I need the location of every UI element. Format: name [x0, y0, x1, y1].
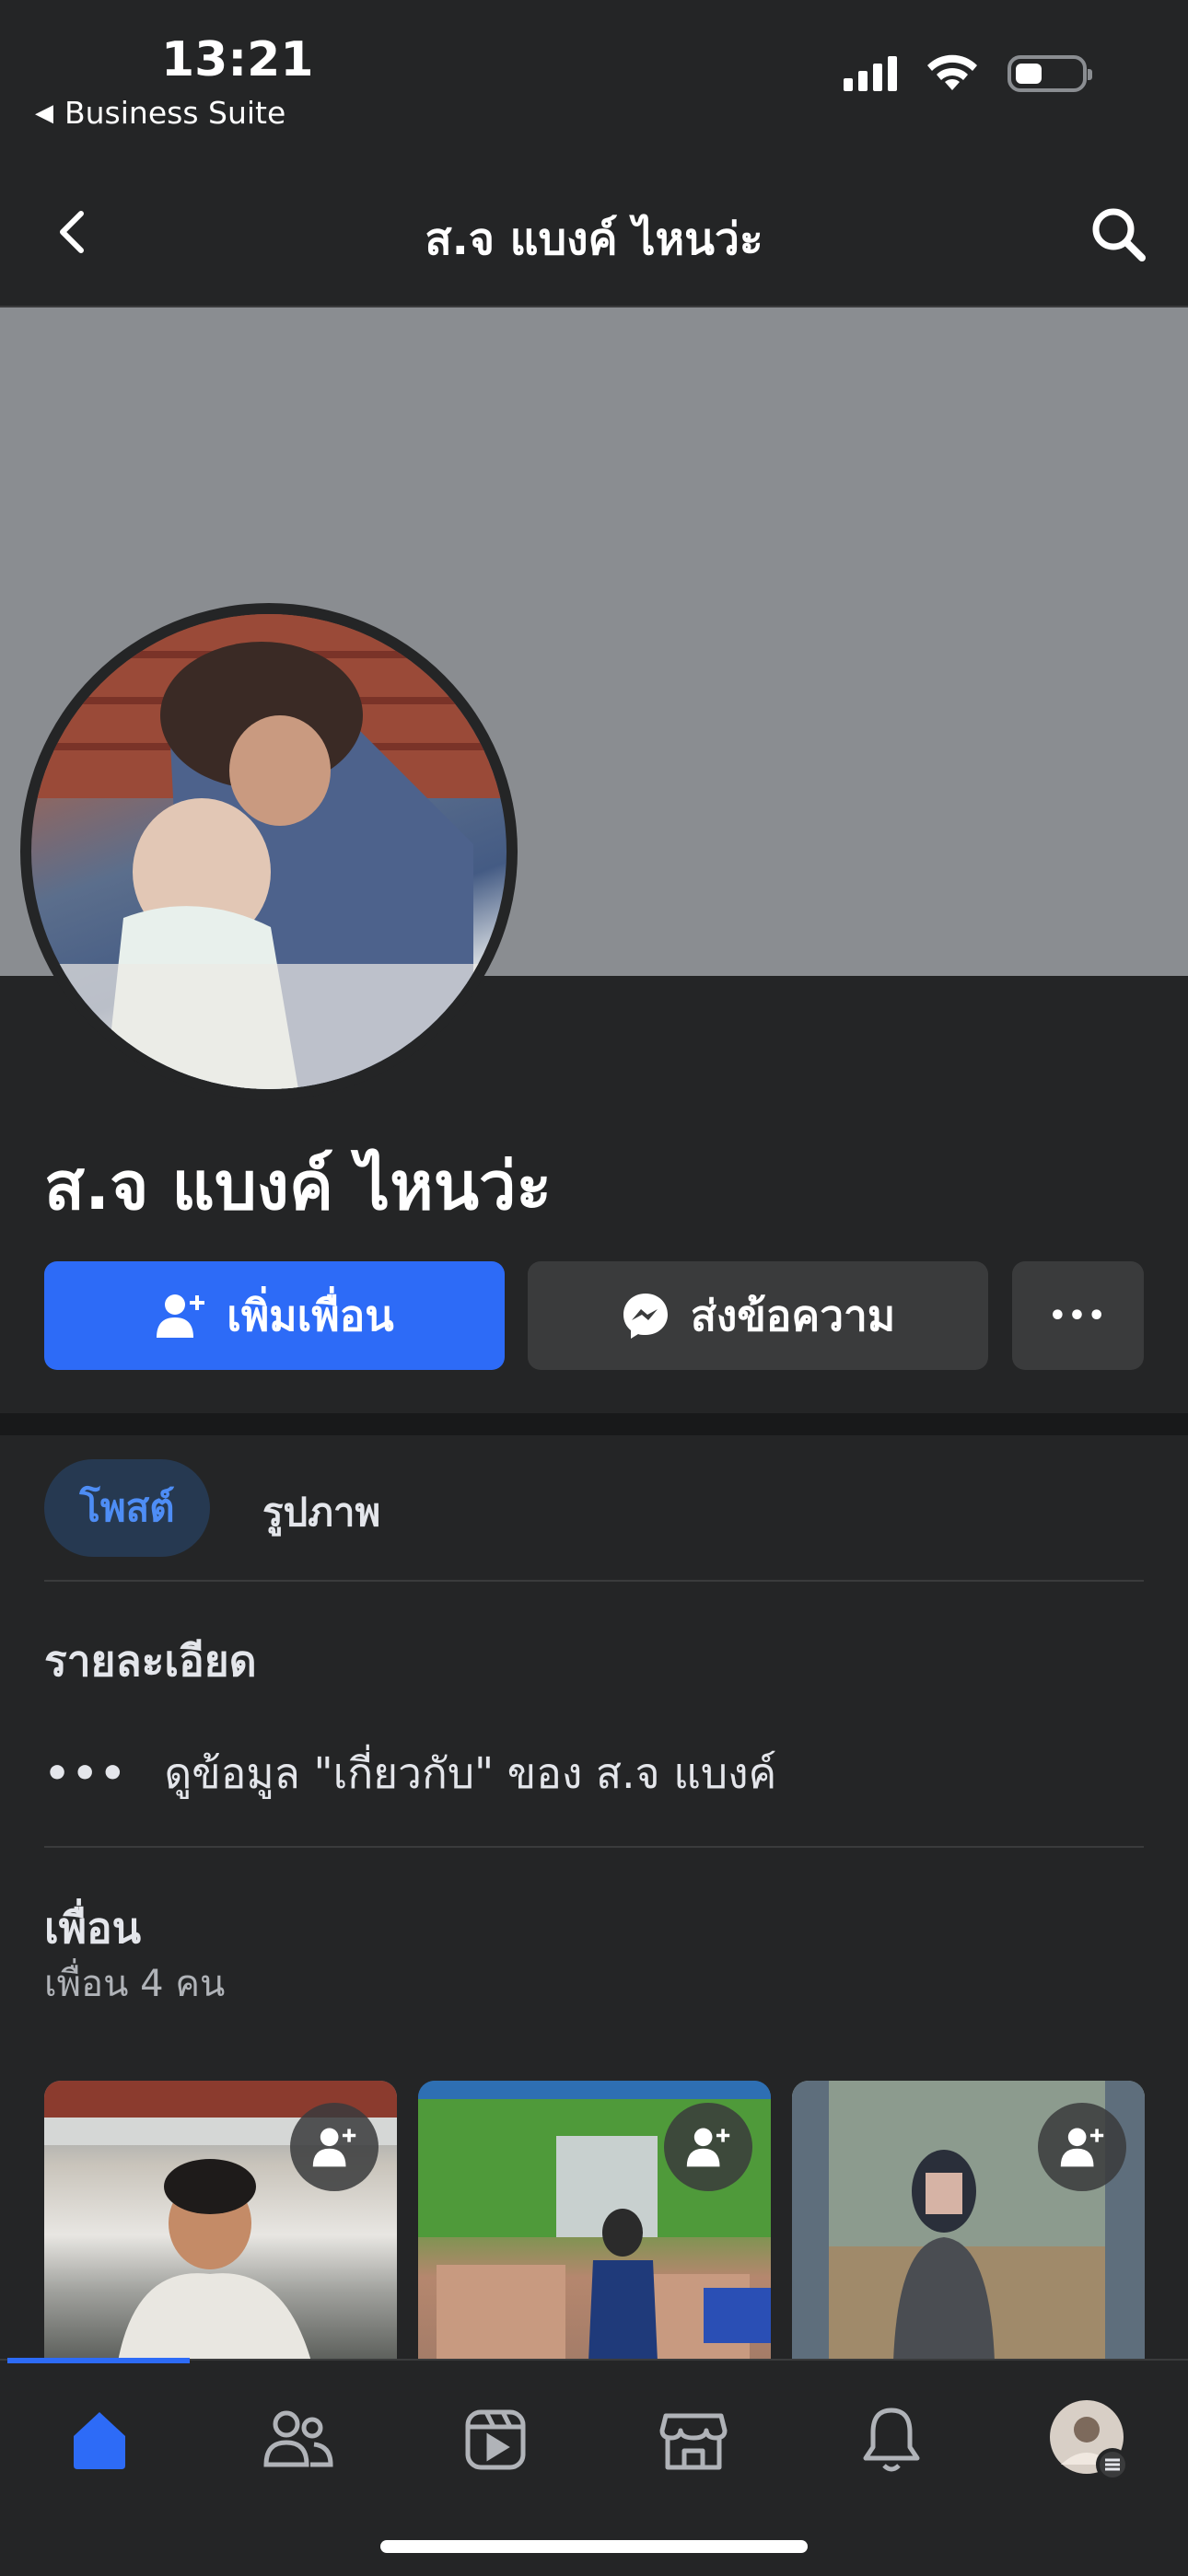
- profile-name: ส.จ แบงค์ ไหนว่ะ: [44, 1147, 553, 1224]
- add-friend-label: เพิ่มเพื่อน: [227, 1290, 394, 1340]
- active-tab-indicator: [7, 2358, 190, 2363]
- nav-notifications-icon[interactable]: [850, 2398, 933, 2481]
- nav-profile-menu-icon[interactable]: [1048, 2398, 1131, 2481]
- divider: [44, 1580, 1144, 1582]
- nav-marketplace-icon[interactable]: [652, 2398, 735, 2481]
- messenger-icon: [623, 1294, 668, 1339]
- home-indicator[interactable]: [380, 2540, 808, 2553]
- status-icons: [844, 53, 1092, 94]
- page-title: ส.จ แบงค์ ไหนว่ะ: [425, 214, 763, 265]
- more-options-button[interactable]: •••: [1012, 1261, 1144, 1370]
- more-dots-icon: •••: [1048, 1299, 1108, 1332]
- add-person-icon: [157, 1294, 205, 1338]
- divider: [44, 1846, 1144, 1848]
- back-to-app-link[interactable]: ◀ Business Suite: [35, 95, 285, 131]
- profile-photo-image: [31, 614, 507, 1089]
- friends-count: เพื่อน 4 คน: [44, 1963, 226, 2005]
- add-friend-icon[interactable]: [1038, 2103, 1126, 2191]
- add-friend-button[interactable]: เพิ่มเพื่อน: [44, 1261, 505, 1370]
- about-link[interactable]: ••• ดูข้อมูล "เกี่ยวกับ" ของ ส.จ แบงค์: [44, 1740, 776, 1807]
- search-icon[interactable]: [1087, 203, 1151, 267]
- status-time: 13:21: [161, 32, 314, 87]
- add-friend-icon[interactable]: [290, 2103, 379, 2191]
- details-heading: รายละเอียด: [44, 1636, 257, 1686]
- cellular-signal-icon: [844, 56, 897, 91]
- more-dots-icon: •••: [44, 1750, 128, 1797]
- battery-icon: [1007, 55, 1092, 92]
- nav-friends-icon[interactable]: [256, 2398, 339, 2481]
- tab-photos[interactable]: รูปภาพ: [262, 1482, 380, 1543]
- nav-video-icon[interactable]: [454, 2398, 537, 2481]
- friend-thumbnail[interactable]: [44, 2081, 397, 2361]
- message-button[interactable]: ส่งข้อความ: [528, 1261, 988, 1370]
- friend-thumbnail[interactable]: [418, 2081, 771, 2361]
- friends-heading: เพื่อน: [44, 1903, 142, 1953]
- friend-thumbnail[interactable]: [792, 2081, 1145, 2361]
- back-triangle-icon: ◀: [35, 99, 53, 127]
- back-app-label: Business Suite: [64, 95, 286, 131]
- message-label: ส่งข้อความ: [690, 1290, 896, 1340]
- wifi-icon: [927, 54, 977, 90]
- nav-home-icon[interactable]: [58, 2398, 141, 2481]
- add-friend-icon[interactable]: [664, 2103, 752, 2191]
- tab-posts[interactable]: โพสต์: [44, 1459, 210, 1557]
- about-link-label: ดูข้อมูล "เกี่ยวกับ" ของ ส.จ แบงค์: [164, 1748, 777, 1798]
- profile-picture[interactable]: [20, 603, 518, 1100]
- section-divider: [0, 1413, 1188, 1435]
